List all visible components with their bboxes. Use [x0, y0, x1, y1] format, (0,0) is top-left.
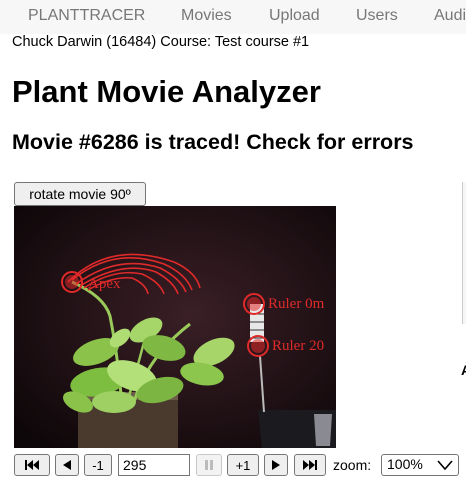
nav-link-upload[interactable]: Upload — [269, 7, 320, 25]
rotate-movie-button[interactable]: rotate movie 90º — [14, 182, 146, 206]
skip-to-end-icon — [303, 460, 317, 470]
zoom-label: zoom: — [333, 457, 372, 473]
next-frame-button[interactable] — [264, 454, 288, 476]
first-frame-button[interactable] — [14, 454, 50, 476]
ruler-0-marker-label: Ruler 0m — [268, 296, 325, 312]
skip-to-start-icon — [25, 460, 39, 470]
last-frame-button[interactable] — [294, 454, 326, 476]
frame-number-input[interactable] — [118, 454, 190, 476]
step-back-icon — [63, 460, 71, 470]
nav-link-audit[interactable]: Audi — [434, 7, 466, 25]
plus-one-frame-button[interactable]: +1 — [227, 454, 259, 476]
side-panel-partial-text: A — [461, 362, 466, 378]
nav-link-users[interactable]: Users — [356, 7, 398, 25]
step-forward-icon — [272, 460, 280, 470]
movie-canvas[interactable]: Apex Ruler 0m Ruler 20 — [14, 206, 336, 448]
movie-status-heading: Movie #6286 is traced! Check for errors — [12, 130, 414, 154]
zoom-select[interactable]: 100% — [381, 454, 459, 476]
ruler-20-marker-label: Ruler 20 — [272, 338, 324, 354]
apex-marker-label: Apex — [88, 276, 121, 292]
zoom-selected-value: 100% — [387, 456, 423, 472]
previous-frame-button[interactable] — [55, 454, 79, 476]
chevron-down-icon — [437, 460, 453, 471]
side-panel-edge — [462, 182, 466, 324]
movie-frame: Apex Ruler 0m Ruler 20 — [14, 206, 336, 448]
user-course-info: Chuck Darwin (16484) Course: Test course… — [12, 34, 310, 50]
pause-button[interactable] — [196, 454, 222, 476]
brand-link[interactable]: PLANTTRACER — [28, 7, 145, 25]
pause-icon — [205, 460, 213, 470]
page-title: Plant Movie Analyzer — [12, 74, 321, 109]
minus-one-frame-button[interactable]: -1 — [84, 454, 112, 476]
top-navbar: PLANTTRACER Movies Upload Users Audi — [0, 0, 466, 34]
nav-link-movies[interactable]: Movies — [181, 7, 232, 25]
